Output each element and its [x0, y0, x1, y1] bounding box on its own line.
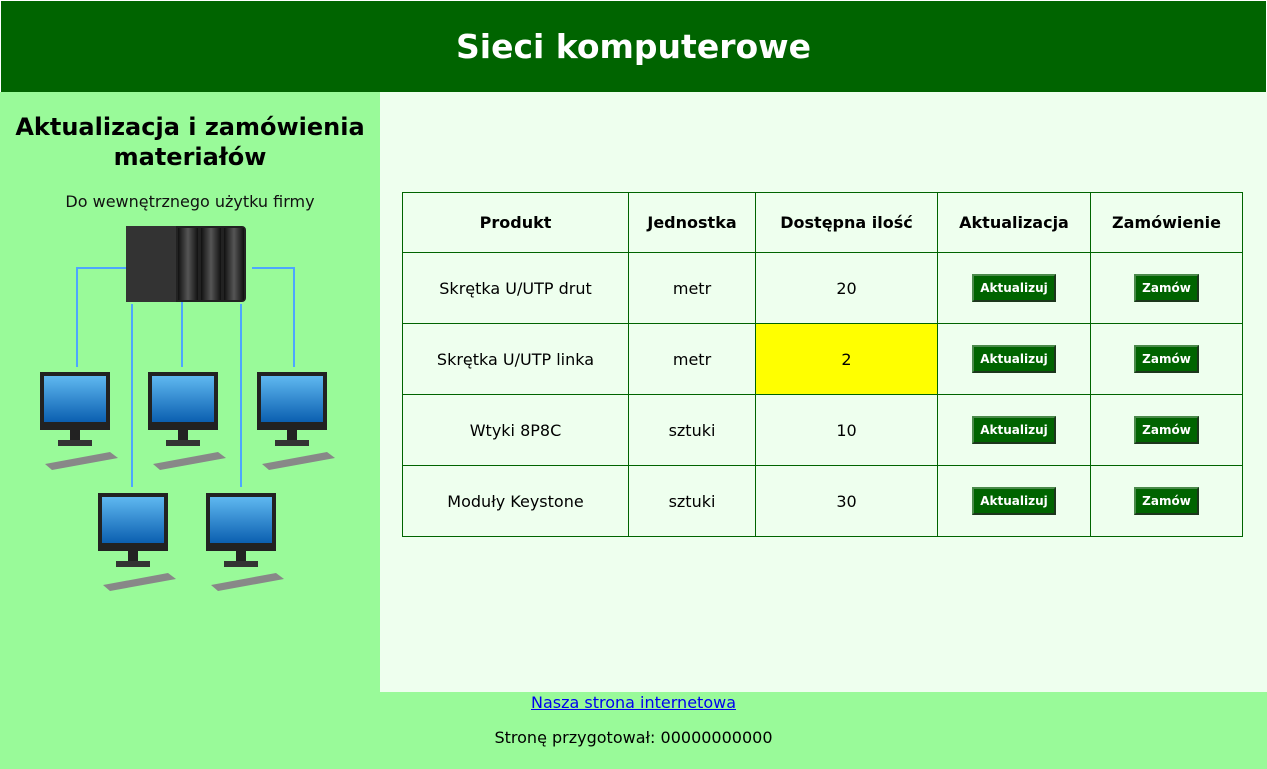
order-button[interactable]: Zamów — [1134, 416, 1199, 444]
order-cell: Zamów — [1090, 465, 1243, 537]
quantity-cell: 30 — [755, 465, 938, 537]
column-header-order: Zamówienie — [1090, 192, 1243, 253]
table-row: Skrętka U/UTP drut metr 20 Aktualizuj Za… — [402, 252, 1243, 324]
quantity-cell-low-stock: 2 — [755, 323, 938, 395]
materials-table: Produkt Jednostka Dostępna ilość Aktuali… — [402, 192, 1243, 537]
update-button[interactable]: Aktualizuj — [972, 274, 1056, 302]
product-cell: Skrętka U/UTP drut — [402, 252, 629, 324]
unit-cell: sztuki — [628, 465, 756, 537]
network-diagram-image — [40, 226, 335, 591]
table-row: Moduły Keystone sztuki 30 Aktualizuj Zam… — [402, 465, 1243, 537]
update-cell: Aktualizuj — [937, 394, 1091, 466]
order-button[interactable]: Zamów — [1134, 274, 1199, 302]
table-row: Skrętka U/UTP linka metr 2 Aktualizuj Za… — [402, 323, 1243, 395]
update-cell: Aktualizuj — [937, 323, 1091, 395]
product-cell: Wtyki 8P8C — [402, 394, 629, 466]
quantity-cell: 20 — [755, 252, 938, 324]
order-button[interactable]: Zamów — [1134, 345, 1199, 373]
prepared-by-text: Stronę przygotował: 00000000000 — [494, 728, 773, 747]
table-header-row: Produkt Jednostka Dostępna ilość Aktuali… — [402, 192, 1243, 253]
update-button[interactable]: Aktualizuj — [972, 416, 1056, 444]
column-header-update: Aktualizacja — [937, 192, 1091, 253]
product-cell: Moduły Keystone — [402, 465, 629, 537]
computer-icon-3 — [257, 372, 335, 470]
update-button[interactable]: Aktualizuj — [972, 345, 1056, 373]
left-panel: Aktualizacja i zamówienia materiałów Do … — [0, 92, 380, 692]
computer-icon-5 — [206, 493, 284, 591]
update-cell: Aktualizuj — [937, 252, 1091, 324]
page-footer: Nasza strona internetowa Stronę przygoto… — [0, 692, 1267, 769]
order-cell: Zamów — [1090, 394, 1243, 466]
column-header-quantity: Dostępna ilość — [755, 192, 938, 253]
page-header: Sieci komputerowe — [0, 0, 1267, 92]
unit-cell: metr — [628, 323, 756, 395]
main-panel: Produkt Jednostka Dostępna ilość Aktuali… — [380, 92, 1267, 692]
update-button[interactable]: Aktualizuj — [972, 487, 1056, 515]
computer-icon-2 — [148, 372, 226, 470]
product-cell: Skrętka U/UTP linka — [402, 323, 629, 395]
server-icon — [126, 226, 246, 302]
order-cell: Zamów — [1090, 323, 1243, 395]
update-cell: Aktualizuj — [937, 465, 1091, 537]
website-link[interactable]: Nasza strona internetowa — [0, 693, 1267, 712]
computer-icon-4 — [98, 493, 176, 591]
section-heading: Aktualizacja i zamówienia materiałów — [15, 113, 365, 171]
section-subtitle: Do wewnętrznego użytku firmy — [65, 192, 315, 211]
page-title: Sieci komputerowe — [455, 27, 812, 66]
table-row: Wtyki 8P8C sztuki 10 Aktualizuj Zamów — [402, 394, 1243, 466]
column-header-unit: Jednostka — [628, 192, 756, 253]
column-header-product: Produkt — [402, 192, 629, 253]
computer-icon-1 — [40, 372, 118, 470]
unit-cell: metr — [628, 252, 756, 324]
order-button[interactable]: Zamów — [1134, 487, 1199, 515]
unit-cell: sztuki — [628, 394, 756, 466]
order-cell: Zamów — [1090, 252, 1243, 324]
quantity-cell: 10 — [755, 394, 938, 466]
